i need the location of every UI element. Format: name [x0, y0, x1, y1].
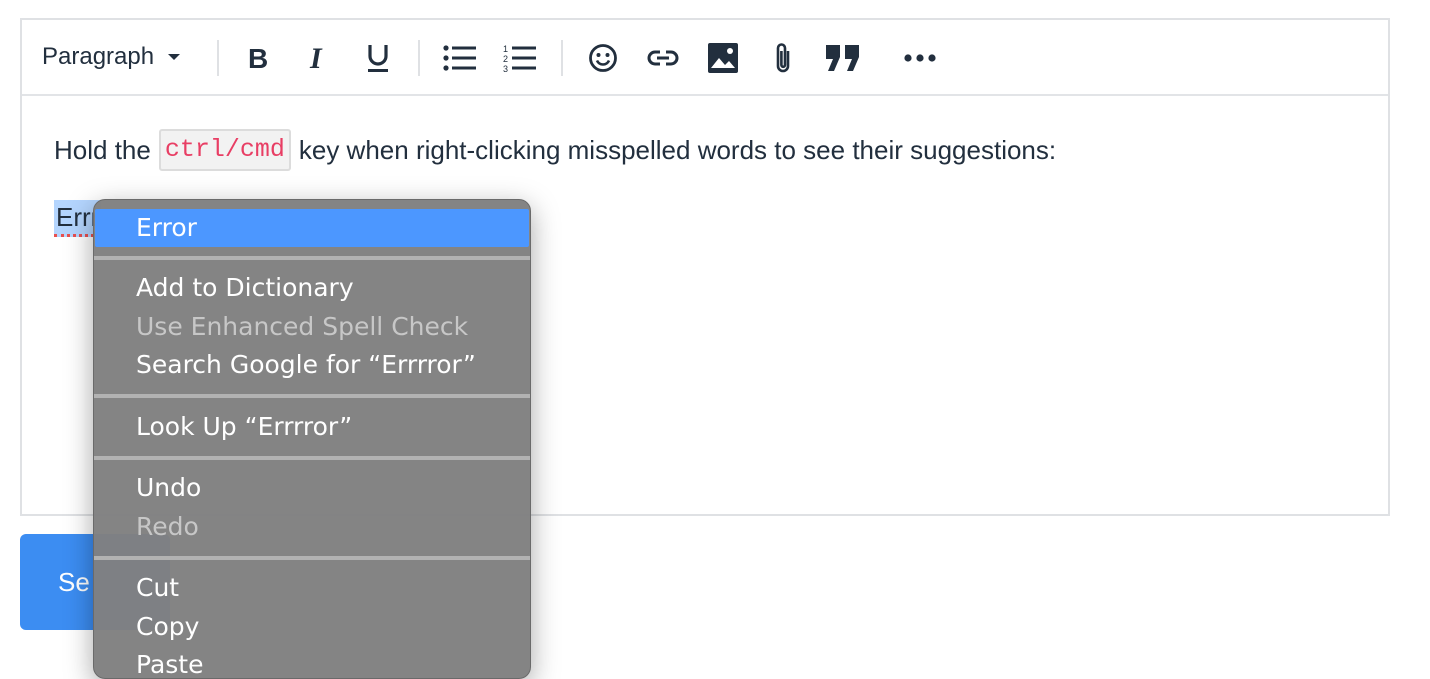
- emoji-icon: [589, 44, 617, 72]
- italic-icon: I: [309, 44, 323, 72]
- toolbar-divider: [561, 40, 563, 76]
- image-button[interactable]: [701, 36, 745, 80]
- underline-icon: [368, 45, 388, 72]
- menu-separator: [94, 394, 530, 398]
- menu-item-suggestion[interactable]: Error: [95, 209, 529, 247]
- paragraph: Hold the ctrl/cmd key when right-clickin…: [54, 128, 1368, 172]
- paragraph-format-dropdown[interactable]: Paragraph: [42, 38, 181, 76]
- menu-separator: [94, 556, 530, 560]
- paragraph-text: Hold the: [54, 134, 151, 165]
- quote-icon: [826, 45, 859, 71]
- menu-item-enhanced-spell-check: Use Enhanced Spell Check: [136, 312, 469, 341]
- svg-text:2: 2: [503, 54, 508, 64]
- bullet-list-icon: [443, 45, 476, 71]
- emoji-button[interactable]: [581, 36, 625, 80]
- chevron-down-icon: [168, 54, 181, 60]
- bullet-list-button[interactable]: [438, 36, 482, 80]
- menu-item-undo[interactable]: Undo: [94, 469, 530, 507]
- svg-text:1: 1: [503, 44, 508, 54]
- toolbar-divider: [217, 40, 219, 76]
- menu-item-search-google[interactable]: Search Google for “Errrror”: [94, 346, 530, 384]
- menu-item-paste[interactable]: Paste: [94, 646, 530, 678]
- link-icon: [647, 50, 679, 66]
- svg-text:I: I: [309, 44, 323, 72]
- italic-button[interactable]: I: [296, 36, 340, 80]
- bold-icon: B: [248, 44, 268, 72]
- paragraph-text: key when right-clicking misspelled words…: [298, 134, 1057, 165]
- menu-separator: [94, 456, 530, 460]
- attachment-icon: [776, 43, 790, 73]
- numbered-list-icon: 123: [503, 44, 536, 73]
- link-button[interactable]: [641, 36, 685, 80]
- menu-item-look-up[interactable]: Look Up “Errrror”: [94, 408, 530, 446]
- editor-toolbar: Paragraph B I 123: [22, 20, 1388, 96]
- svg-text:3: 3: [503, 64, 508, 73]
- menu-item-add-to-dictionary[interactable]: Add to Dictionary: [94, 269, 530, 307]
- format-dropdown-label: Paragraph: [42, 43, 155, 70]
- toolbar-divider: [418, 40, 420, 76]
- inline-code: ctrl/cmd: [158, 129, 291, 171]
- more-icon: [904, 54, 936, 62]
- image-icon: [708, 43, 738, 73]
- numbered-list-button[interactable]: 123: [498, 36, 542, 80]
- bold-button[interactable]: B: [236, 36, 280, 80]
- attachment-button[interactable]: [761, 36, 805, 80]
- menu-separator: [94, 256, 530, 260]
- menu-item-redo: Redo: [136, 512, 199, 541]
- underline-button[interactable]: [356, 36, 400, 80]
- context-menu: Error Add to Dictionary Use Enhanced Spe…: [93, 199, 531, 679]
- svg-text:B: B: [248, 44, 268, 72]
- blockquote-button[interactable]: [821, 36, 865, 80]
- more-button[interactable]: [898, 36, 942, 80]
- menu-item-copy[interactable]: Copy: [94, 608, 530, 646]
- send-button-label: Se: [58, 567, 90, 597]
- editor-content[interactable]: Hold the ctrl/cmd key when right-clickin…: [54, 128, 1368, 237]
- menu-item-cut[interactable]: Cut: [94, 569, 530, 607]
